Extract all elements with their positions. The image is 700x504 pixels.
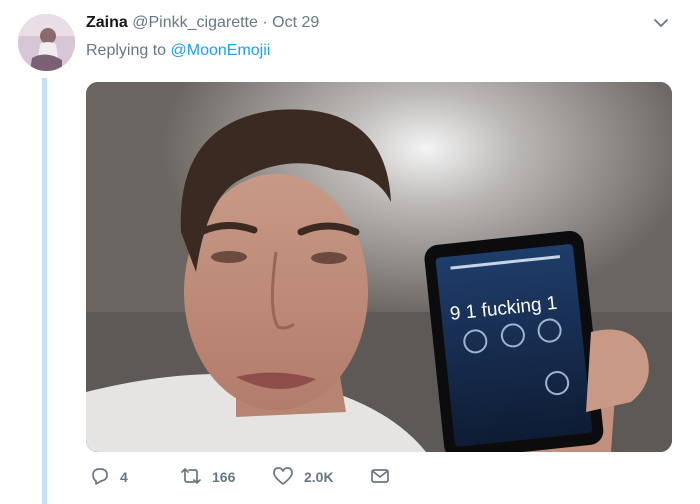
direct-message-button[interactable]: [370, 462, 400, 492]
reply-button[interactable]: 4: [90, 462, 128, 492]
like-count: 2.0K: [304, 469, 334, 485]
tweet-date[interactable]: Oct 29: [272, 14, 319, 31]
tweet-header: Zaina @Pinkk_cigarette · Oct 29: [86, 13, 319, 33]
chevron-down-icon[interactable]: [652, 14, 670, 32]
separator-dot: ·: [262, 14, 268, 31]
heart-icon: [272, 466, 304, 489]
like-button[interactable]: 2.0K: [272, 462, 334, 492]
replying-mention[interactable]: @MoonEmojii: [171, 42, 271, 59]
thread-line: [42, 78, 47, 504]
tweet-media-image[interactable]: 9 1 fucking 1: [86, 82, 672, 452]
reply-icon: [90, 466, 120, 489]
retweet-count: 166: [212, 469, 236, 485]
replying-to: Replying to @MoonEmojii: [86, 41, 270, 61]
retweet-button[interactable]: 166: [180, 462, 235, 492]
author-name[interactable]: Zaina: [86, 14, 128, 31]
replying-prefix: Replying to: [86, 42, 171, 59]
reply-count: 4: [120, 469, 128, 485]
author-handle[interactable]: @Pinkk_cigarette: [132, 14, 258, 31]
retweet-icon: [180, 466, 212, 489]
avatar[interactable]: [18, 14, 75, 71]
envelope-icon: [370, 467, 400, 488]
